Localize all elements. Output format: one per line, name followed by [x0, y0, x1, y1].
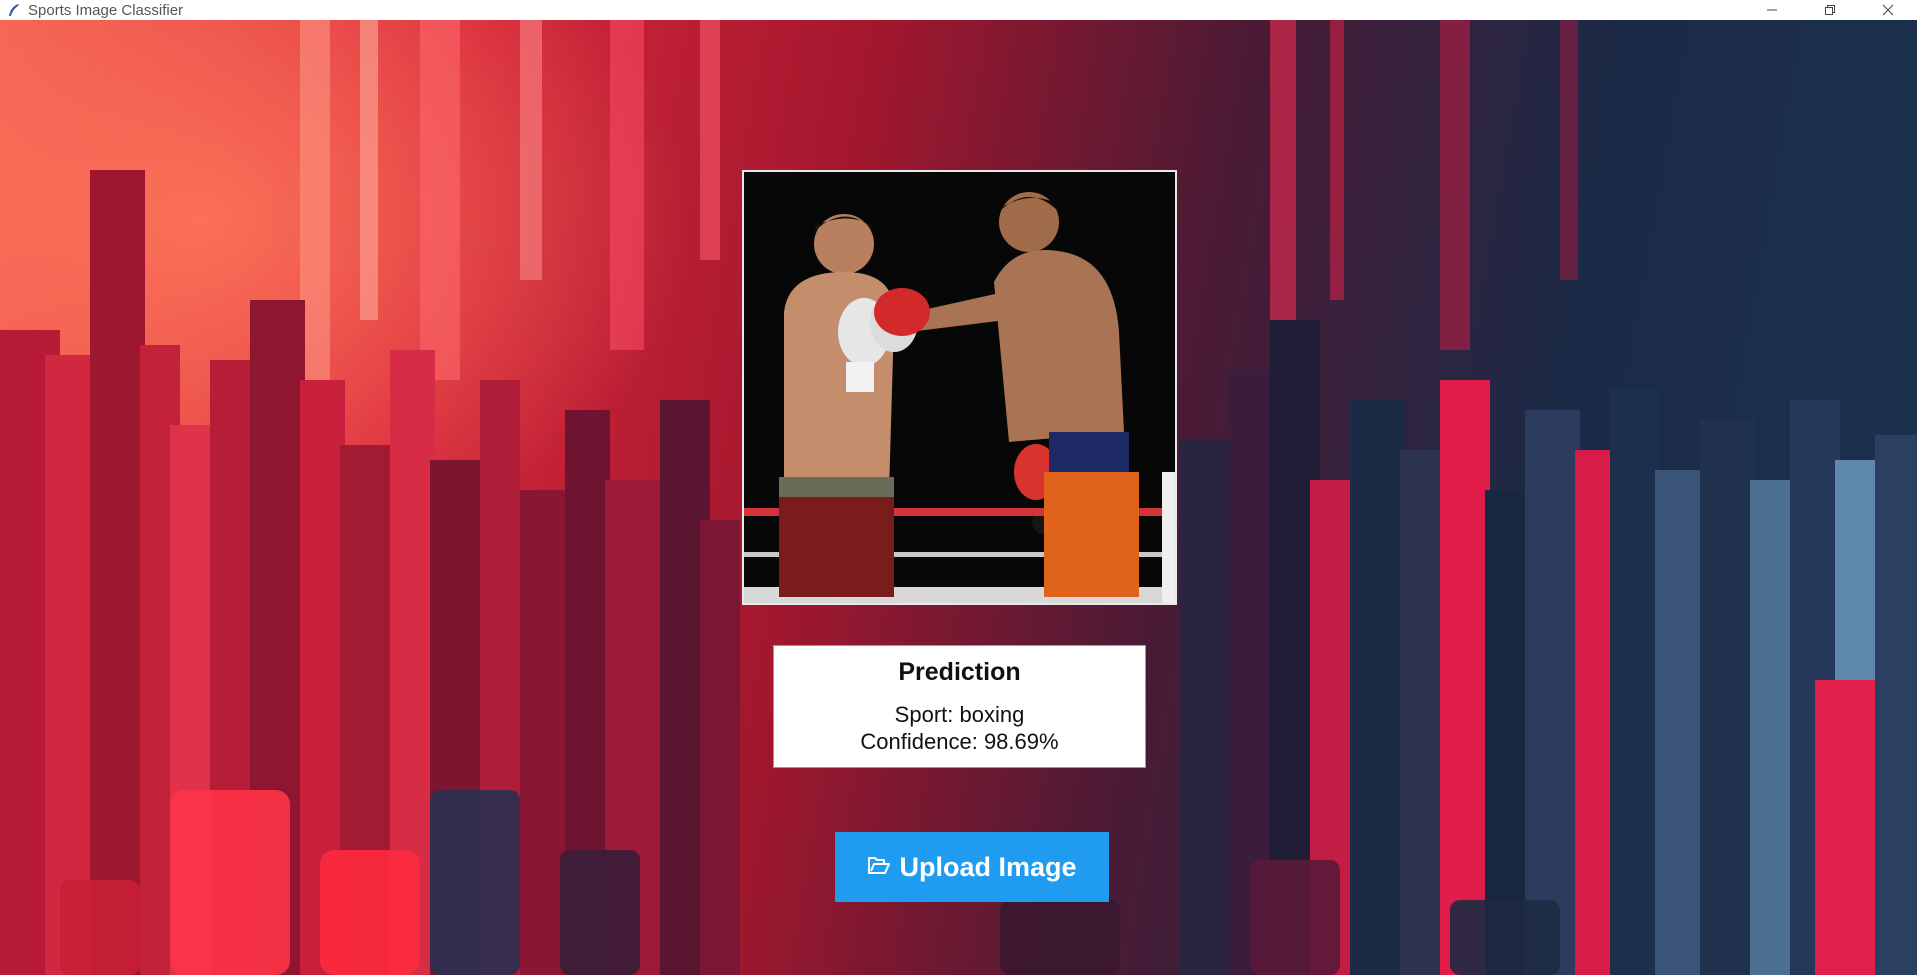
upload-image-button[interactable]: Upload Image	[835, 832, 1109, 902]
classified-image	[742, 170, 1177, 605]
upload-image-label: Upload Image	[899, 851, 1077, 882]
app-window: Sports Image Classifier Prediction Sport…	[0, 0, 1917, 975]
prediction-heading: Prediction	[898, 658, 1021, 686]
prediction-card: Prediction Sport: boxing Confidence: 98.…	[773, 645, 1146, 768]
close-icon[interactable]	[1859, 0, 1917, 20]
feather-icon	[6, 2, 22, 18]
minimize-icon[interactable]	[1743, 0, 1801, 20]
confidence-result: Confidence: 98.69%	[860, 729, 1059, 754]
restore-icon[interactable]	[1801, 0, 1859, 20]
folder-open-icon	[867, 856, 891, 879]
sport-result: Sport: boxing	[894, 702, 1025, 727]
title-bar: Sports Image Classifier	[0, 0, 1917, 20]
window-title: Sports Image Classifier	[28, 1, 184, 19]
